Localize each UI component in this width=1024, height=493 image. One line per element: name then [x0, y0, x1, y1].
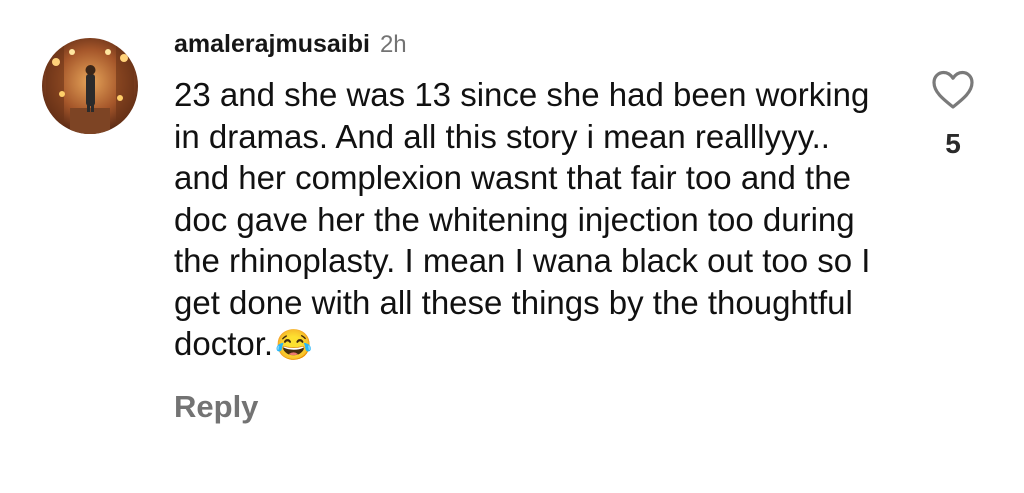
avatar-image [42, 38, 138, 134]
reply-button[interactable]: Reply [174, 389, 258, 425]
laughing-emoji: 😂 [275, 329, 313, 362]
heart-outline-icon[interactable] [931, 70, 975, 110]
comment-body: 23 and she was 13 since she had been wor… [174, 76, 871, 362]
comment-text: 23 and she was 13 since she had been wor… [174, 74, 874, 367]
like-count: 5 [945, 128, 961, 159]
avatar[interactable] [42, 38, 138, 134]
like-area: 5 [924, 70, 982, 160]
comment-header: amalerajmusaibi 2h [174, 30, 894, 74]
timestamp: 2h [379, 31, 407, 58]
username[interactable]: amalerajmusaibi [174, 30, 370, 59]
comment-item: amalerajmusaibi 2h 23 and she was 13 sin… [0, 0, 1024, 493]
comment-content: amalerajmusaibi 2h 23 and she was 13 sin… [174, 30, 894, 425]
